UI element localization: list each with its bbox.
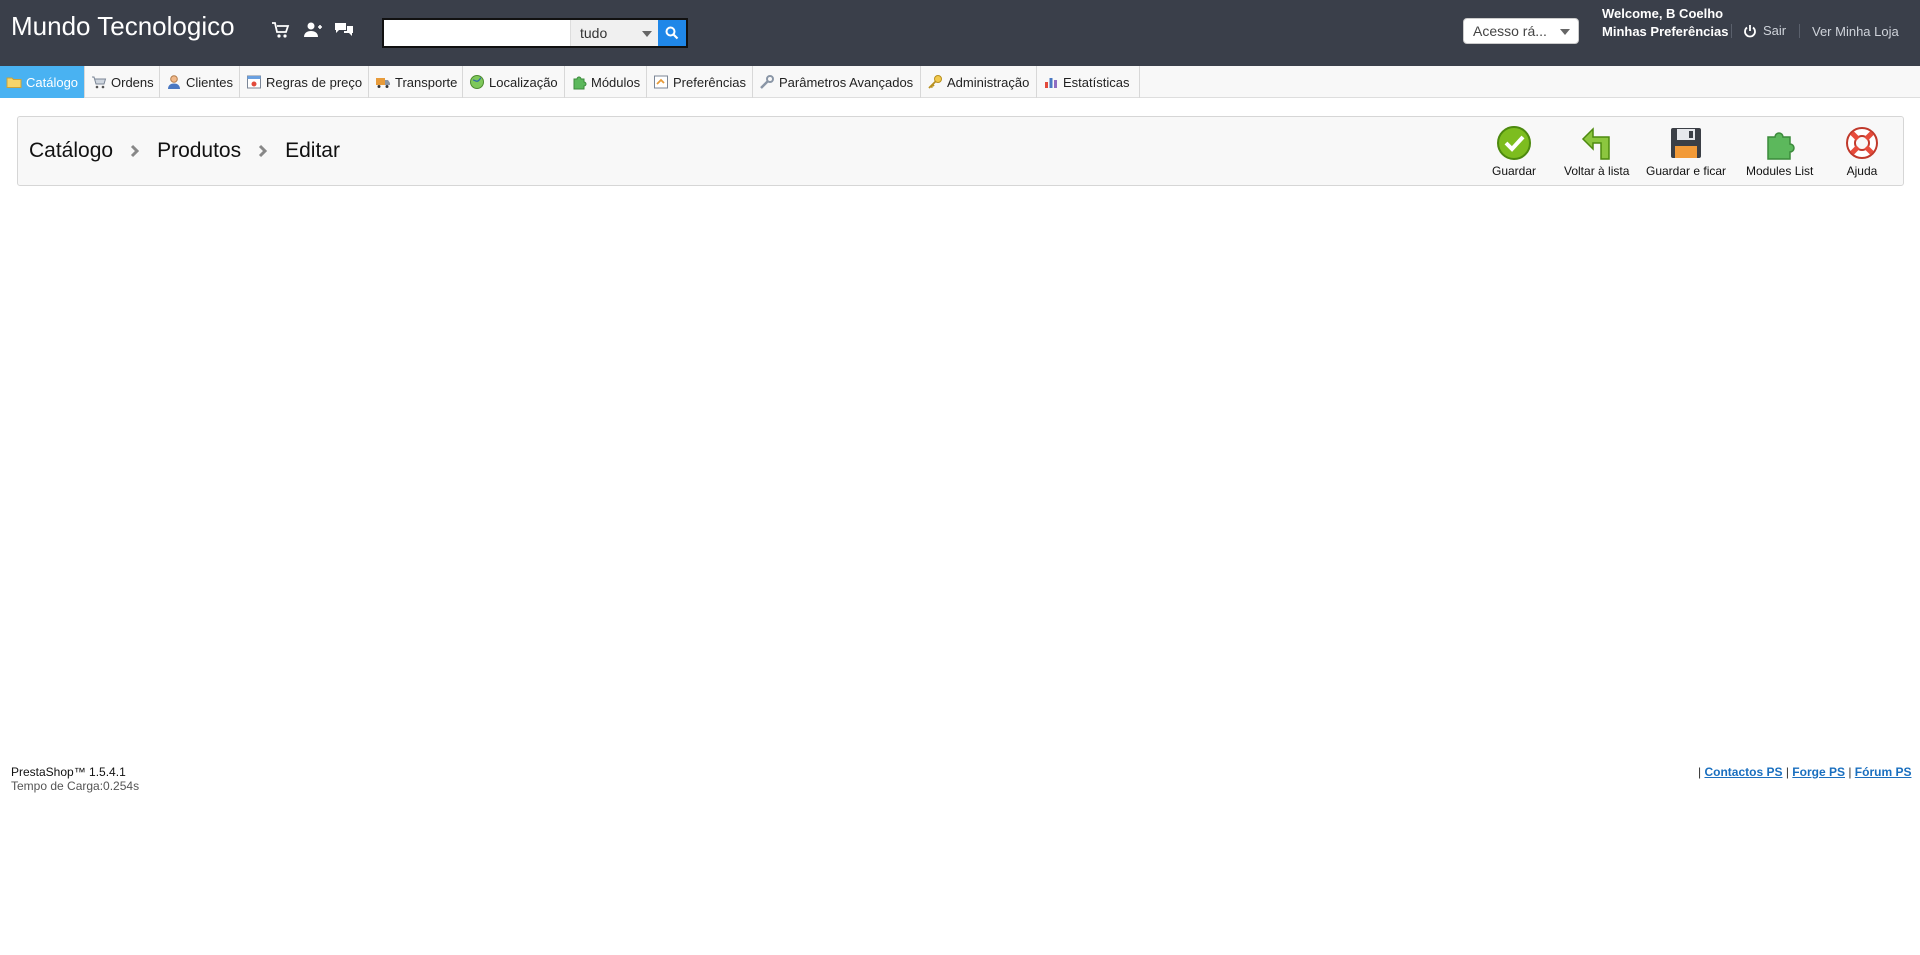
- footer-separator: |: [1698, 765, 1702, 779]
- top-header: Mundo Tecnologico tudo Acesso rá... Welc…: [0, 0, 1920, 66]
- cart-icon[interactable]: [271, 20, 291, 40]
- lifebuoy-icon: [1846, 127, 1878, 159]
- tab-label: Estatísticas: [1063, 74, 1130, 90]
- save-and-stay-label: Guardar e ficar: [1646, 164, 1727, 178]
- puzzle-icon: [571, 74, 587, 90]
- new-customer-icon[interactable]: [303, 20, 323, 40]
- chevron-right-icon: [125, 141, 145, 161]
- quick-access-select[interactable]: Acesso rá...: [1463, 18, 1579, 44]
- footer-separator: |: [1848, 765, 1852, 779]
- tab-label: Módulos: [591, 74, 641, 90]
- view-shop-link[interactable]: Ver Minha Loja: [1812, 24, 1899, 39]
- user-icon: [166, 74, 182, 90]
- search-input[interactable]: [384, 20, 570, 46]
- footer-link-forum[interactable]: Fórum PS: [1855, 765, 1912, 779]
- footer-link-contacts[interactable]: Contactos PS: [1704, 765, 1782, 779]
- tab-label: Catálogo: [26, 74, 79, 90]
- help-label: Ajuda: [1846, 164, 1878, 178]
- page-toolbar: Catálogo Produtos Editar Guardar Voltar …: [17, 116, 1904, 186]
- globe-icon: [469, 74, 485, 90]
- preferences-icon: [653, 74, 669, 90]
- breadcrumb-item: Editar: [285, 139, 340, 162]
- header-divider: [1799, 24, 1800, 38]
- save-button[interactable]: Guardar: [1492, 125, 1536, 178]
- tab-label: Transporte: [395, 74, 458, 90]
- search-scope-select[interactable]: tudo: [570, 20, 658, 46]
- check-icon: [1497, 126, 1532, 160]
- breadcrumb-item[interactable]: Produtos: [157, 139, 241, 163]
- tab-shipping[interactable]: Transporte: [369, 66, 463, 98]
- search-icon: [665, 26, 679, 40]
- chevron-down-icon: [1560, 29, 1570, 35]
- main-menu: Catálogo Ordens Clientes Regras de preço…: [0, 66, 1920, 98]
- back-to-list-label: Voltar à lista: [1564, 164, 1630, 178]
- tab-preferences[interactable]: Preferências: [647, 66, 753, 98]
- search-scope-value: tudo: [580, 25, 608, 41]
- footer-info: PrestaShop™ 1.5.4.1 Tempo de Carga:0.254…: [11, 765, 139, 793]
- tab-price-rules[interactable]: Regras de preço: [240, 66, 369, 98]
- welcome-text: Welcome, B Coelho: [1602, 6, 1724, 21]
- save-label: Guardar: [1492, 164, 1537, 178]
- return-arrow-icon: [1581, 127, 1610, 160]
- floppy-disk-icon: [1671, 128, 1702, 158]
- power-icon: [1744, 24, 1756, 37]
- load-time-text: Tempo de Carga:0.254s: [11, 779, 140, 793]
- search-bar: tudo: [382, 18, 688, 48]
- key-icon: [927, 74, 943, 90]
- chevron-down-icon: [642, 31, 652, 37]
- search-button[interactable]: [658, 20, 686, 46]
- tab-label: Parâmetros Avançados: [779, 74, 914, 90]
- tab-label: Localização: [489, 74, 558, 90]
- tab-advanced-parameters[interactable]: Parâmetros Avançados: [753, 66, 921, 98]
- tab-statistics[interactable]: Estatísticas: [1037, 66, 1140, 98]
- tab-label: Ordens: [111, 74, 154, 90]
- tab-administration[interactable]: Administração: [921, 66, 1037, 98]
- tab-customers[interactable]: Clientes: [160, 66, 240, 98]
- modules-list-label: Modules List: [1746, 164, 1814, 178]
- stats-icon: [1043, 74, 1059, 90]
- breadcrumb: Catálogo Produtos Editar: [29, 139, 340, 163]
- tab-catalog[interactable]: Catálogo: [0, 66, 85, 98]
- footer-links: | Contactos PS | Forge PS | Fórum PS: [1698, 765, 1911, 779]
- wrench-icon: [759, 74, 775, 90]
- messages-icon[interactable]: [334, 20, 354, 40]
- version-text: PrestaShop™ 1.5.4.1: [11, 765, 126, 779]
- puzzle-icon: [1766, 132, 1795, 160]
- logout-label: Sair: [1763, 23, 1787, 38]
- footer-separator: |: [1785, 765, 1789, 779]
- tab-label: Preferências: [673, 74, 746, 90]
- modules-list-button[interactable]: Modules List: [1746, 125, 1813, 178]
- price-rule-icon: [246, 74, 262, 90]
- tab-label: Regras de preço: [266, 74, 363, 90]
- folder-icon: [6, 74, 22, 90]
- header-divider: [1731, 24, 1732, 38]
- tab-label: Clientes: [186, 74, 233, 90]
- breadcrumb-item[interactable]: Catálogo: [29, 139, 113, 163]
- back-to-list-button[interactable]: Voltar à lista: [1564, 125, 1629, 178]
- shop-name[interactable]: Mundo Tecnologico: [11, 11, 235, 42]
- footer-link-forge[interactable]: Forge PS: [1792, 765, 1845, 779]
- chevron-right-icon: [253, 141, 273, 161]
- tab-orders[interactable]: Ordens: [85, 66, 160, 98]
- tab-modules[interactable]: Módulos: [565, 66, 647, 98]
- save-and-stay-button[interactable]: Guardar e ficar: [1646, 125, 1726, 178]
- logout-link[interactable]: Sair: [1743, 23, 1786, 38]
- my-preferences-link[interactable]: Minhas Preferências: [1602, 24, 1728, 39]
- cart-icon: [91, 74, 107, 90]
- truck-icon: [375, 74, 391, 90]
- help-button[interactable]: Ajuda: [1844, 125, 1880, 178]
- tab-label: Administração: [947, 74, 1030, 90]
- tab-localization[interactable]: Localização: [463, 66, 565, 98]
- quick-access-label: Acesso rá...: [1473, 23, 1547, 39]
